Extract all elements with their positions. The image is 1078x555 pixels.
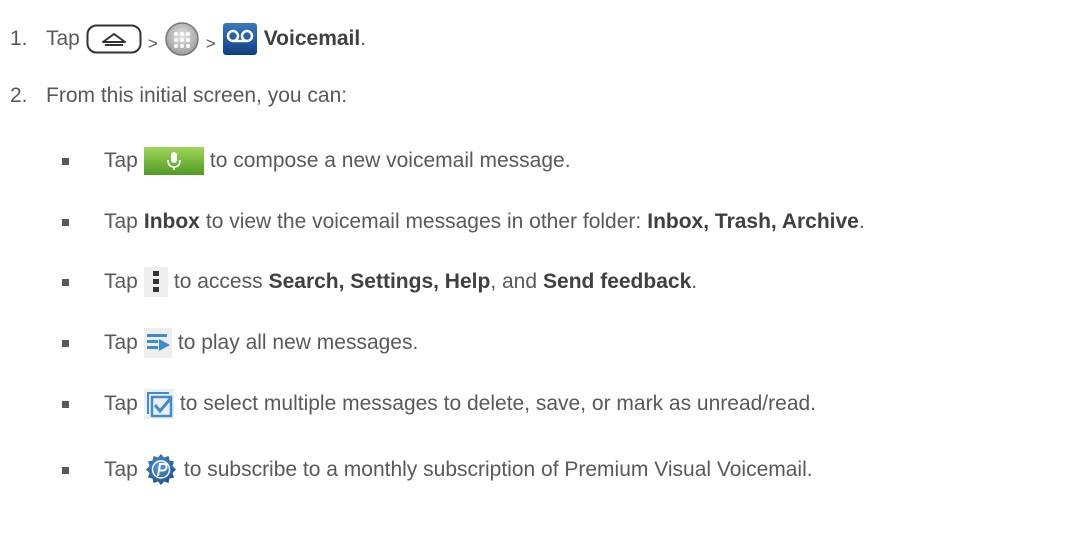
tap-text: Tap bbox=[104, 331, 138, 354]
tap-text: Tap bbox=[104, 458, 138, 481]
play-all-icon bbox=[143, 328, 172, 358]
bullet-marker bbox=[62, 279, 69, 286]
tap-text: Tap bbox=[104, 210, 138, 233]
bullet-text: Tap to compose a new voicemail message. bbox=[104, 141, 571, 181]
bullet-description: to view the voicemail messages in other … bbox=[205, 210, 642, 233]
bullet-description: to access bbox=[173, 270, 263, 293]
compose-mic-icon bbox=[143, 147, 204, 175]
bullet-marker bbox=[62, 467, 69, 474]
bullet-text: Tap to select multiple messages to delet… bbox=[104, 384, 816, 424]
bullet-marker bbox=[62, 401, 69, 408]
tap-text: Tap bbox=[104, 149, 138, 172]
bullet-item: Tap Inbox to view the voicemail messages… bbox=[0, 202, 1078, 242]
separator: > bbox=[205, 34, 216, 53]
bullet-description: to subscribe to a monthly subscription o… bbox=[183, 458, 813, 481]
premium-badge-icon bbox=[145, 454, 176, 485]
bullet-text: Tap to play all new messages. bbox=[104, 323, 418, 363]
bullet-text: Tap to subscribe to a monthly subscripti… bbox=[104, 450, 813, 490]
apps-icon bbox=[165, 22, 199, 56]
step-2: 2. From this initial screen, you can: bbox=[10, 76, 347, 116]
step-number: 2. bbox=[10, 84, 28, 107]
bullet-item: Tap to compose a new voicemail message. bbox=[0, 141, 1078, 181]
period: . bbox=[691, 270, 698, 293]
voicemail-app-icon bbox=[222, 23, 257, 55]
period: . bbox=[858, 210, 865, 233]
separator: > bbox=[147, 34, 158, 53]
bullet-description: to compose a new voicemail message. bbox=[209, 149, 571, 172]
folder-list: Inbox, Trash, Archive bbox=[647, 210, 859, 233]
tap-text: Tap bbox=[104, 392, 138, 415]
bullet-item: Tap to play all new messages. bbox=[0, 323, 1078, 363]
step-number: 1. bbox=[10, 27, 28, 50]
home-key-icon bbox=[86, 24, 142, 54]
step-text: From this initial screen, you can: bbox=[46, 84, 348, 107]
tap-text: Tap bbox=[46, 27, 80, 50]
tap-text: Tap bbox=[104, 270, 138, 293]
send-feedback-label: Send feedback bbox=[543, 270, 692, 293]
bullet-text: Tap Inbox to view the voicemail messages… bbox=[104, 202, 865, 242]
bullet-marker bbox=[62, 219, 69, 226]
bullet-marker bbox=[62, 340, 69, 347]
bullet-description: to play all new messages. bbox=[177, 331, 419, 354]
bullet-item: Tap to access Search, Settings, Help , a… bbox=[0, 262, 1078, 302]
period: . bbox=[360, 27, 367, 50]
bullet-marker bbox=[62, 158, 69, 165]
connector-text: , and bbox=[490, 270, 538, 293]
bullet-item: Tap to select multiple messages to delet… bbox=[0, 384, 1078, 424]
menu-dots-icon bbox=[143, 267, 168, 297]
menu-options: Search, Settings, Help bbox=[268, 270, 491, 293]
bullet-item: Tap to subscribe to a monthly subscripti… bbox=[0, 450, 1078, 490]
bullet-description: to select multiple messages to delete, s… bbox=[179, 392, 817, 415]
voicemail-label: Voicemail bbox=[263, 27, 361, 50]
bullet-text: Tap to access Search, Settings, Help , a… bbox=[104, 262, 697, 302]
select-multiple-icon bbox=[143, 389, 174, 419]
inbox-label: Inbox bbox=[143, 210, 200, 233]
step-1: 1. Tap > > Voicemail . bbox=[10, 15, 366, 63]
